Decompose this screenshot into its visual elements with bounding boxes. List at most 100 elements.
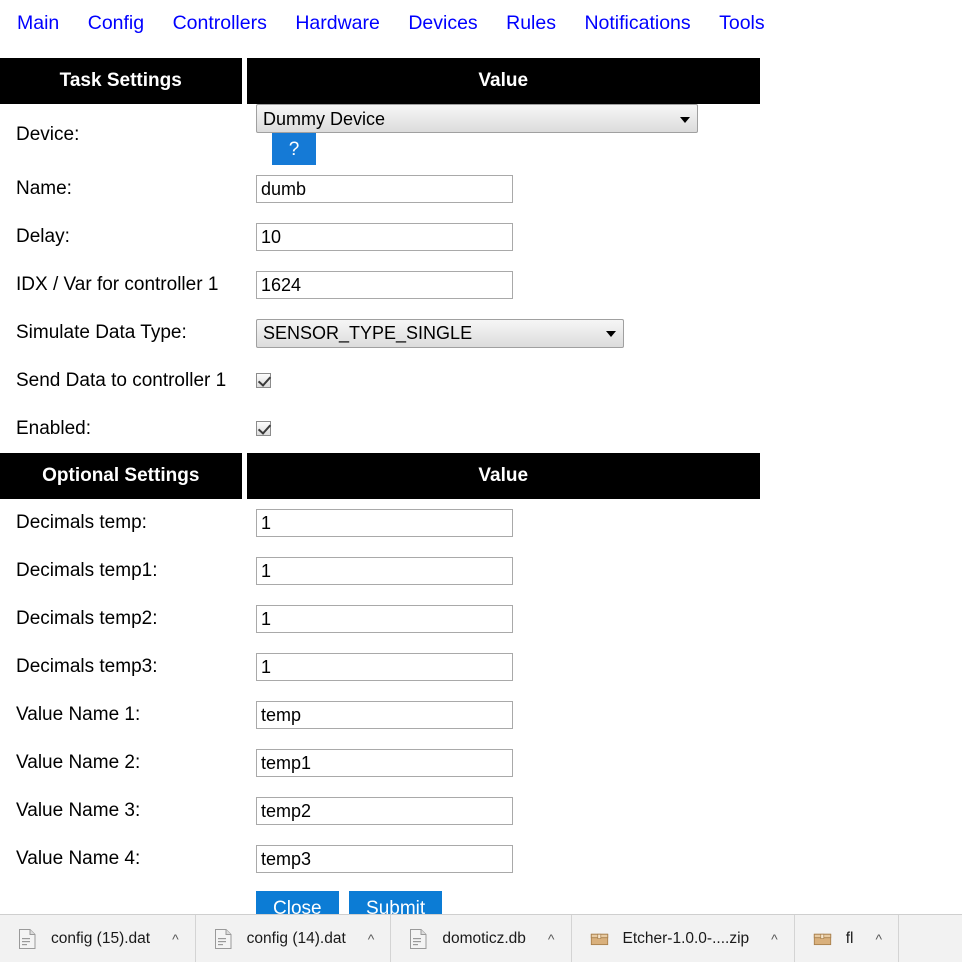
value-name-2-input[interactable] — [256, 749, 513, 777]
task-settings-table: Task Settings Value Device: Dummy Device… — [0, 58, 760, 453]
optional-row-value-cell — [244, 787, 760, 835]
task-settings-header-label: Task Settings — [0, 58, 247, 104]
optional-settings-header-label: Optional Settings — [0, 453, 247, 499]
file-icon — [410, 928, 427, 949]
optional-row-value-cell — [244, 547, 760, 595]
archive-icon — [813, 933, 831, 945]
chevron-up-icon[interactable]: ^ — [548, 932, 555, 946]
download-item-etcher-zip[interactable]: Etcher-1.0.0-....zip ^ — [572, 915, 795, 962]
nav-item-notifications[interactable]: Notifications — [584, 12, 690, 34]
delay-label: Delay: — [16, 226, 70, 247]
table-row: Decimals temp1: — [0, 547, 760, 595]
name-value-cell — [244, 165, 760, 213]
value-name-1-input[interactable] — [256, 701, 513, 729]
device-row: Device: Dummy Device ? — [0, 104, 760, 165]
optional-row-label: Value Name 1: — [16, 704, 141, 725]
download-item-domoticz-db[interactable]: domoticz.db ^ — [391, 915, 572, 962]
table-row: Decimals temp2: — [0, 595, 760, 643]
idx-input[interactable] — [256, 271, 513, 299]
chevron-up-icon[interactable]: ^ — [368, 932, 375, 946]
optional-row-value-cell — [244, 595, 760, 643]
simulate-data-type-select[interactable]: SENSOR_TYPE_SINGLE — [256, 318, 624, 348]
optional-row-label: Value Name 3: — [16, 800, 141, 821]
main-navigation: Main Config Controllers Hardware Devices… — [0, 0, 962, 58]
enabled-row: Enabled: — [0, 405, 760, 453]
send-data-row: Send Data to controller 1 — [0, 357, 760, 405]
table-row: Decimals temp: — [0, 499, 760, 547]
download-filename: Etcher-1.0.0-....zip — [622, 929, 750, 947]
idx-row: IDX / Var for controller 1 — [0, 261, 760, 309]
help-button[interactable]: ? — [272, 133, 316, 165]
table-row: Value Name 3: — [0, 787, 760, 835]
decimals-temp3-input[interactable] — [256, 653, 513, 681]
nav-item-tools[interactable]: Tools — [719, 12, 765, 34]
optional-row-label: Value Name 4: — [16, 848, 141, 869]
download-filename: config (14).dat — [246, 929, 346, 947]
decimals-temp-input[interactable] — [256, 509, 513, 537]
device-select[interactable]: Dummy Device — [256, 104, 698, 133]
nav-item-hardware[interactable]: Hardware — [295, 12, 380, 34]
download-filename: config (15).dat — [51, 929, 151, 947]
optional-row-label: Decimals temp2: — [16, 608, 158, 629]
name-input[interactable] — [256, 175, 513, 203]
table-row: Value Name 2: — [0, 739, 760, 787]
simulate-data-type-value-cell: SENSOR_TYPE_SINGLE — [244, 309, 760, 357]
send-data-label: Send Data to controller 1 — [16, 370, 227, 391]
download-item-config-15[interactable]: config (15).dat ^ — [0, 915, 196, 962]
name-label: Name: — [16, 178, 72, 199]
optional-row-value-cell — [244, 643, 760, 691]
optional-settings-header-value: Value — [244, 453, 760, 499]
optional-row-value-cell — [244, 499, 760, 547]
idx-value-cell — [244, 261, 760, 309]
optional-row-label: Decimals temp1: — [16, 560, 158, 581]
table-row: Value Name 1: — [0, 691, 760, 739]
table-row: Value Name 4: — [0, 835, 760, 883]
nav-item-main[interactable]: Main — [17, 12, 59, 34]
device-label: Device: — [16, 123, 80, 145]
file-icon — [214, 928, 232, 949]
value-name-4-input[interactable] — [256, 845, 513, 873]
chevron-up-icon[interactable]: ^ — [875, 932, 882, 946]
optional-row-label: Decimals temp: — [16, 512, 147, 533]
simulate-data-type-select-wrapper: SENSOR_TYPE_SINGLE — [256, 318, 624, 348]
download-filename: domoticz.db — [442, 929, 526, 947]
value-name-3-input[interactable] — [256, 797, 513, 825]
optional-row-value-cell — [244, 835, 760, 883]
delay-input[interactable] — [256, 223, 513, 251]
send-data-value-cell — [244, 357, 760, 405]
chevron-up-icon[interactable]: ^ — [172, 932, 179, 946]
download-item-partial[interactable]: fl ^ — [795, 915, 900, 962]
device-select-wrapper: Dummy Device — [256, 104, 698, 133]
archive-icon — [590, 933, 608, 945]
optional-settings-table: Optional Settings Value Decimals temp: D… — [0, 453, 760, 883]
download-bar: config (15).dat ^ config (14).dat ^ domo… — [0, 914, 962, 962]
delay-value-cell — [244, 213, 760, 261]
simulate-data-type-row: Simulate Data Type: SENSOR_TYPE_SINGLE — [0, 309, 760, 357]
chevron-up-icon[interactable]: ^ — [771, 932, 778, 946]
optional-row-label: Decimals temp3: — [16, 656, 158, 677]
nav-item-rules[interactable]: Rules — [506, 12, 556, 34]
enabled-label: Enabled: — [16, 418, 92, 439]
table-row: Decimals temp3: — [0, 643, 760, 691]
nav-item-devices[interactable]: Devices — [408, 12, 477, 34]
delay-row: Delay: — [0, 213, 760, 261]
optional-row-value-cell — [244, 739, 760, 787]
idx-label: IDX / Var for controller 1 — [16, 274, 219, 295]
nav-item-controllers[interactable]: Controllers — [173, 12, 267, 34]
decimals-temp2-input[interactable] — [256, 605, 513, 633]
name-row: Name: — [0, 165, 760, 213]
device-value-cell: Dummy Device ? — [244, 104, 760, 165]
download-item-config-14[interactable]: config (14).dat ^ — [196, 915, 392, 962]
nav-item-config[interactable]: Config — [88, 12, 144, 34]
task-settings-header-row: Task Settings Value — [0, 58, 760, 104]
send-data-checkbox[interactable] — [256, 373, 271, 389]
enabled-value-cell — [244, 405, 760, 453]
enabled-checkbox[interactable] — [256, 421, 271, 437]
simulate-data-type-label: Simulate Data Type: — [16, 322, 187, 343]
optional-settings-header-row: Optional Settings Value — [0, 453, 760, 499]
file-icon — [19, 928, 36, 949]
optional-row-value-cell — [244, 691, 760, 739]
page-root: Main Config Controllers Hardware Devices… — [0, 0, 962, 962]
decimals-temp1-input[interactable] — [256, 557, 513, 585]
download-filename: fl — [845, 929, 854, 947]
